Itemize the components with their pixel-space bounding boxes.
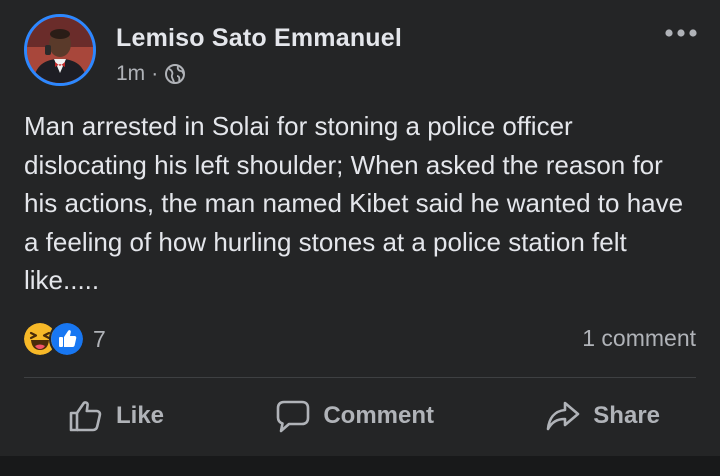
- comment-count[interactable]: 1 comment: [582, 325, 696, 352]
- comment-bubble-icon: [277, 400, 310, 433]
- action-bar: Like Comment Share: [24, 384, 696, 448]
- author-name[interactable]: Lemiso Sato Emmanuel: [116, 24, 402, 53]
- reactions-summary[interactable]: 7: [22, 321, 106, 357]
- more-options-icon[interactable]: [664, 28, 698, 38]
- post-card: Lemiso Sato Emmanuel 1m · Man arrested i…: [0, 0, 720, 456]
- thumbs-up-icon: [69, 401, 102, 432]
- post-meta: 1m ·: [116, 62, 186, 86]
- like-reaction-icon: [49, 321, 85, 357]
- share-button[interactable]: Share: [545, 388, 660, 444]
- share-arrow-icon: [546, 401, 580, 431]
- like-button[interactable]: Like: [68, 388, 164, 444]
- feed-gap: [0, 456, 720, 476]
- divider: [24, 377, 696, 378]
- comment-label: Comment: [323, 402, 434, 429]
- meta-separator: ·: [151, 62, 159, 85]
- reaction-count: 7: [93, 325, 106, 352]
- like-label: Like: [116, 402, 165, 429]
- comment-button[interactable]: Comment: [275, 388, 434, 444]
- post-text: Man arrested in Solai for stoning a poli…: [24, 111, 684, 295]
- avatar-photo: [27, 17, 93, 83]
- post-timestamp[interactable]: 1m: [116, 62, 145, 86]
- share-label: Share: [593, 402, 660, 429]
- avatar[interactable]: [24, 14, 96, 86]
- globe-icon: [165, 64, 186, 84]
